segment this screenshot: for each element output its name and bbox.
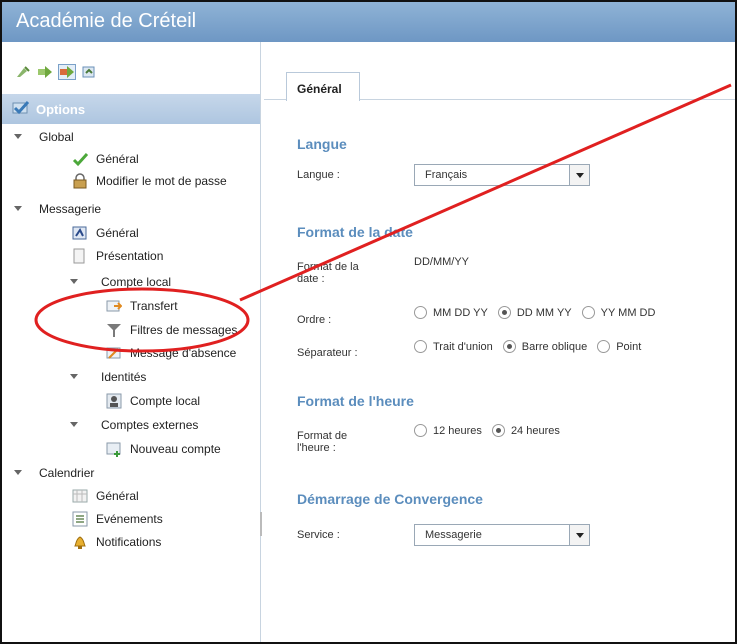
user-icon	[106, 393, 122, 409]
langue-label: Langue :	[297, 169, 340, 181]
section-title-date: Format de la date	[297, 224, 413, 240]
ordre-radio-group: MM DD YY DD MM YY YY MM DD	[414, 306, 655, 319]
forward-icon[interactable]	[36, 64, 54, 80]
tree-node-compte-local[interactable]: Compte local	[101, 272, 171, 292]
calendar-icon	[72, 488, 88, 504]
heure-label: Format de l'heure :	[297, 430, 348, 454]
tree-item-evenements[interactable]: Evénements	[72, 509, 163, 529]
tree-item-filtres[interactable]: Filtres de messages	[106, 320, 237, 340]
options-header: Options	[2, 94, 260, 124]
lock-icon	[72, 173, 88, 189]
tab-strip: Général	[264, 64, 735, 101]
tree-node-calendrier[interactable]: Calendrier	[39, 463, 94, 483]
radio-barre-oblique[interactable]: Barre oblique	[502, 340, 587, 353]
collapse-triangle-icon[interactable]	[70, 374, 78, 379]
radio-24-heures[interactable]: 24 heures	[491, 424, 560, 437]
filter-icon	[106, 322, 122, 338]
langue-select[interactable]: Français	[414, 164, 590, 186]
date-format-value: DD/MM/YY	[414, 256, 469, 268]
tree-item-nouveau-compte[interactable]: Nouveau compte	[106, 439, 221, 459]
radio-yymmdd[interactable]: YY MM DD	[581, 306, 655, 319]
collapse-triangle-icon[interactable]	[14, 470, 22, 475]
tree-node-messagerie[interactable]: Messagerie	[39, 199, 101, 219]
toolbar	[2, 42, 260, 94]
tree-node-identites[interactable]: Identités	[101, 367, 146, 387]
app-title: Académie de Créteil	[2, 2, 735, 42]
sidebar: Options Global Général Modifier le mot d…	[2, 42, 262, 642]
tree-item-presentation[interactable]: Présentation	[72, 246, 163, 266]
import-icon[interactable]	[80, 64, 98, 80]
options-icon	[12, 100, 30, 118]
section-title-heure: Format de l'heure	[297, 393, 414, 409]
tree-item-absence[interactable]: Message d'absence	[106, 343, 236, 363]
radio-trait-union[interactable]: Trait d'union	[414, 340, 493, 353]
separateur-label: Séparateur :	[297, 347, 358, 359]
chevron-down-icon	[569, 165, 589, 185]
options-content: Général Langue Langue : Français Format …	[264, 42, 735, 642]
service-label: Service :	[297, 529, 340, 541]
tree-item-global-general[interactable]: Général	[72, 149, 139, 169]
tree-item-password[interactable]: Modifier le mot de passe	[72, 171, 227, 191]
bell-icon	[72, 534, 88, 550]
radio-point[interactable]: Point	[597, 340, 641, 353]
app-window: Académie de Créteil Options Global Génér…	[0, 0, 737, 644]
section-title-demarrage: Démarrage de Convergence	[297, 491, 483, 507]
splitter-handle[interactable]	[260, 512, 262, 536]
transfer-icon	[106, 298, 123, 314]
checkmark-icon	[72, 151, 89, 167]
section-title-langue: Langue	[297, 136, 347, 152]
separateur-radio-group: Trait d'union Barre oblique Point	[414, 340, 641, 353]
tree-item-notifications[interactable]: Notifications	[72, 532, 161, 552]
service-select[interactable]: Messagerie	[414, 524, 590, 546]
radio-mmddyy[interactable]: MM DD YY	[414, 306, 488, 319]
tree-item-messagerie-general[interactable]: Général	[72, 223, 139, 243]
chevron-down-icon	[569, 525, 589, 545]
tree-item-identite-compte-local[interactable]: Compte local	[106, 391, 200, 411]
settings-icon	[72, 225, 88, 241]
move-icon[interactable]	[58, 64, 76, 80]
tree-node-comptes-externes[interactable]: Comptes externes	[101, 415, 198, 435]
tree-item-transfert[interactable]: Transfert	[106, 296, 178, 316]
layout-icon	[72, 248, 88, 264]
add-account-icon	[106, 441, 122, 457]
heure-radio-group: 12 heures 24 heures	[414, 424, 560, 437]
date-format-label: Format de la date :	[297, 261, 359, 285]
collapse-triangle-icon[interactable]	[14, 206, 22, 211]
absence-icon	[106, 345, 122, 361]
tab-general[interactable]: Général	[286, 72, 360, 101]
tree-node-global[interactable]: Global	[39, 127, 74, 147]
collapse-triangle-icon[interactable]	[70, 422, 78, 427]
collapse-triangle-icon[interactable]	[70, 279, 78, 284]
ordre-label: Ordre :	[297, 314, 332, 326]
radio-ddmmyy[interactable]: DD MM YY	[497, 306, 572, 319]
tree-item-calendrier-general[interactable]: Général	[72, 486, 139, 506]
list-icon	[72, 511, 88, 527]
radio-12-heures[interactable]: 12 heures	[414, 424, 482, 437]
collapse-triangle-icon[interactable]	[14, 134, 22, 139]
new-task-icon[interactable]	[14, 64, 32, 80]
